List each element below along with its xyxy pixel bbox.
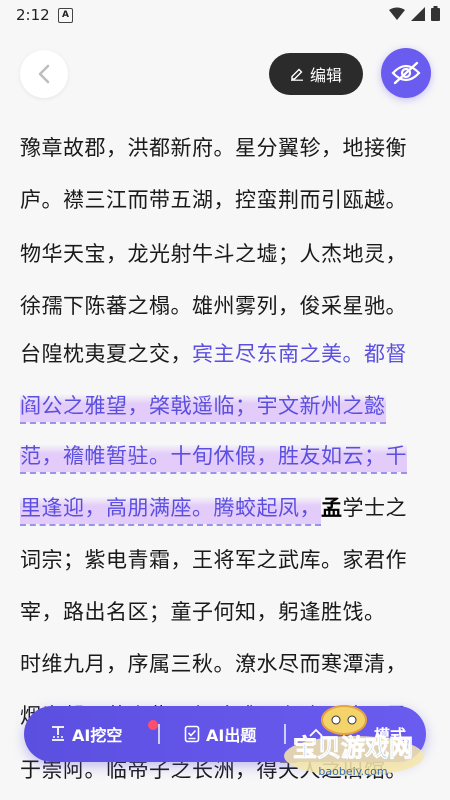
bottom-fade [0,780,450,800]
highlighted-text[interactable]: 里逢迎，高朋满座。腾蛟起凤， [20,496,321,526]
highlighted-text[interactable]: 范，襜帷暂驻。十旬休假，胜友如云；千 [20,444,407,474]
text-line: 豫章故郡，洪都新府。星分翼轸，地接衡 [20,132,430,162]
text-line: 词宗；紫电青霜，王将军之武库。家君作 [20,544,430,574]
edit-label: 编辑 [309,66,342,85]
watermark-title: 宝贝游戏网 [293,734,413,762]
text-segment: 时维九月，序属三秋。潦水尽而寒潭清， [20,652,407,676]
ai-blank-button[interactable]: AI挖空 [50,706,158,762]
highlighted-text[interactable]: 阎公之雅望，棨戟遥临；宇文新州之懿 [20,394,386,424]
battery-icon [431,6,440,21]
watermark-logo: 宝贝游戏网 baobeiy.com [278,698,428,782]
new-badge [148,720,158,730]
text-line: 宰，路出名区；童子何知，躬逢胜饯。 [20,596,430,626]
text-line: 时维九月，序属三秋。潦水尽而寒潭清， [20,648,430,678]
quiz-check-icon [184,725,200,743]
status-bar: 2:12 A [0,0,450,32]
pencil-icon [290,68,303,81]
ai-quiz-button[interactable]: AI出题 [184,706,256,762]
text-segment: 豫章故郡，洪都新府。星分翼轸，地接衡 [20,136,407,160]
notification-a-icon: A [58,8,73,23]
text-line: 里逢迎，高朋满座。腾蛟起凤，孟学士之 [20,492,430,526]
wifi-icon [389,7,405,20]
text-line: 徐孺下陈蕃之榻。雄州雾列，俊采星驰。 [20,290,430,320]
text-segment: 词宗；紫电青霜，王将军之武库。家君作 [20,548,407,572]
text-segment: 台隍枕夷夏之交， [20,342,192,366]
text-blank-icon [52,726,64,741]
text-line: 范，襜帷暂驻。十旬休假，胜友如云；千 [20,440,430,474]
hide-toggle-button[interactable] [381,48,431,98]
eye-off-icon [391,61,421,85]
signal-icon [411,6,425,21]
text-segment: 学士之 [342,496,407,520]
text-segment: 物华天宝，龙光射牛斗之墟；人杰地灵， [20,242,407,266]
emphasis-text: 孟 [321,496,343,520]
chevron-left-icon [38,64,50,84]
text-line: 庐。襟三江而带五湖，控蛮荆而引瓯越。 [20,184,430,214]
text-line: 台隍枕夷夏之交，宾主尽东南之美。都督 [20,338,430,368]
ai-quiz-label: AI出题 [206,726,257,745]
edit-button[interactable]: 编辑 [269,53,363,95]
text-line: 阎公之雅望，棨戟遥临；宇文新州之懿 [20,390,430,424]
highlighted-text[interactable]: 宾主尽东南之美。都督 [192,342,407,366]
text-segment: 徐孺下陈蕃之榻。雄州雾列，俊采星驰。 [20,294,407,318]
status-icons [389,6,440,21]
text-segment: 宰，路出名区；童子何知，躬逢胜饯。 [20,600,386,624]
watermark-url: baobeiy.com [318,765,387,778]
divider [158,724,160,744]
back-button[interactable] [20,50,68,98]
status-time: 2:12 [16,6,50,24]
ai-blank-label: AI挖空 [72,726,123,745]
text-line: 物华天宝，龙光射牛斗之墟；人杰地灵， [20,238,430,268]
text-segment: 庐。襟三江而带五湖，控蛮荆而引瓯越。 [20,188,407,212]
watermark-graphic: 宝贝游戏网 baobeiy.com [284,705,424,778]
